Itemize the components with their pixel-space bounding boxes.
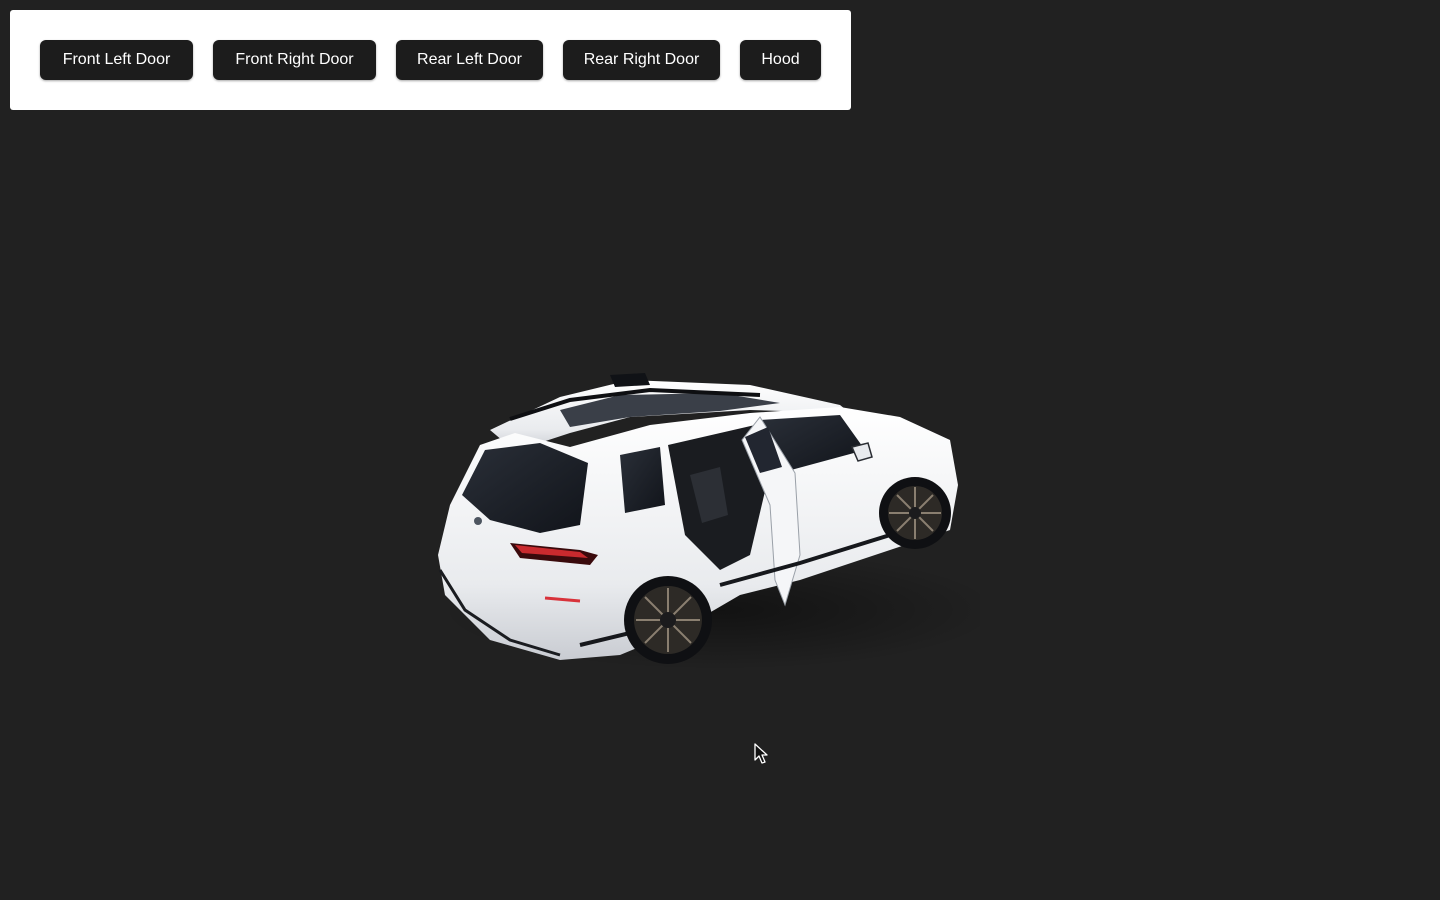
door-control-panel: Front Left Door Front Right Door Rear Le…	[10, 10, 851, 110]
front-right-door-button[interactable]: Front Right Door	[213, 40, 376, 80]
rear-left-door-button[interactable]: Rear Left Door	[396, 40, 543, 80]
3d-viewport[interactable]	[0, 0, 1440, 900]
hood-button[interactable]: Hood	[740, 40, 821, 80]
rear-right-door-button[interactable]: Rear Right Door	[563, 40, 720, 80]
mouse-pointer-icon	[754, 743, 768, 764]
viewer-stage: Front Left Door Front Right Door Rear Le…	[0, 0, 1440, 900]
front-left-door-button[interactable]: Front Left Door	[40, 40, 193, 80]
suv-3d-model-icon[interactable]	[420, 355, 980, 685]
